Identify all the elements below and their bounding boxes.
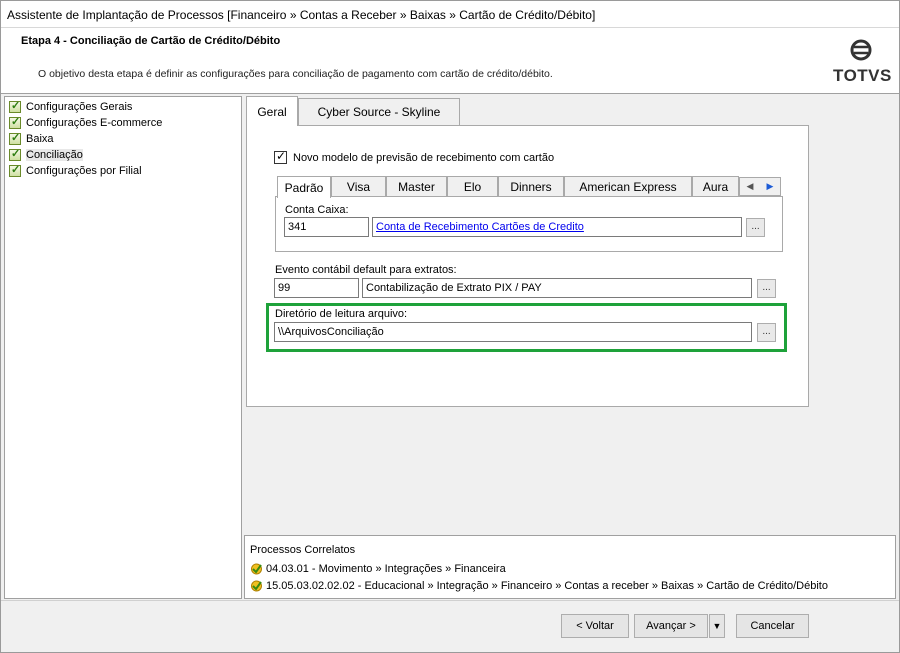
novo-modelo-label: Novo modelo de previsão de recebimento c… [293,151,555,164]
conta-caixa-description-link[interactable]: Conta de Recebimento Cartões de Credito [376,221,584,233]
card-tab-elo[interactable]: Elo [447,176,498,197]
highlight-box [266,303,787,352]
tree-item-configuracoes-filial[interactable]: Configurações por Filial [9,163,142,179]
card-tab-visa[interactable]: Visa [331,176,386,197]
evento-label: Evento contábil default para extratos: [275,264,457,276]
card-tab-american-express[interactable]: American Express [564,176,692,197]
cancel-button[interactable]: Cancelar [736,614,809,638]
card-tabs-group: Padrão Visa Master Elo Dinners American … [275,176,783,252]
next-button[interactable]: Avançar > [634,614,708,638]
card-tab-pane-padrao: Conta Caixa: 341 Conta de Recebimento Ca… [275,196,783,252]
conta-caixa-label: Conta Caixa: [285,204,349,216]
process-link-icon [251,580,262,592]
scroll-left-icon[interactable]: ◀ [747,181,754,192]
tab-scroll-buttons: ◀ ▶ [739,177,781,196]
checked-doc-icon [9,99,21,113]
card-tab-padrao[interactable]: Padrão [277,176,331,198]
related-item-label: 15.05.03.02.02.02 - Educacional » Integr… [266,580,828,592]
related-item[interactable]: 04.03.01 - Movimento » Integrações » Fin… [250,563,506,575]
novo-modelo-checkbox[interactable] [274,149,287,164]
card-tab-aura[interactable]: Aura [692,176,739,197]
wizard-window: Assistente de Implantação de Processos [… [0,0,900,653]
card-tab-master[interactable]: Master [386,176,447,197]
step-description: O objetivo desta etapa é definir as conf… [38,68,553,80]
step-title: Etapa 4 - Conciliação de Cartão de Crédi… [21,35,281,47]
related-title: Processos Correlatos [250,544,356,556]
evento-code-field[interactable]: 99 [274,278,359,298]
checked-doc-icon [9,115,21,129]
related-processes-panel: Processos Correlatos 04.03.01 - Moviment… [244,535,896,599]
checked-doc-icon [9,163,21,177]
tree-item-label: Conciliação [26,149,83,161]
tree-item-configuracoes-ecommerce[interactable]: Configurações E-commerce [9,115,162,131]
tree-item-baixa[interactable]: Baixa [9,131,54,147]
totvs-logo-icon [850,39,872,61]
tree-item-label: Configurações Gerais [26,101,133,113]
tab-cyber-source[interactable]: Cyber Source - Skyline [298,98,460,125]
tab-geral[interactable]: Geral [246,96,298,126]
related-item-label: 04.03.01 - Movimento » Integrações » Fin… [266,563,506,575]
tree-item-label: Configurações E-commerce [26,117,163,129]
conta-caixa-lookup-button[interactable]: ... [746,218,765,237]
novo-modelo-checkbox-row[interactable]: Novo modelo de previsão de recebimento c… [274,149,555,164]
checked-doc-icon [9,147,21,161]
checked-doc-icon [9,131,21,145]
evento-lookup-button[interactable]: ... [757,279,776,298]
process-link-icon [251,563,262,575]
totvs-logo: TOTVS [833,38,892,88]
tab-pane-geral: Novo modelo de previsão de recebimento c… [246,125,809,407]
related-item[interactable]: 15.05.03.02.02.02 - Educacional » Integr… [250,580,828,592]
next-dropdown-button[interactable]: ▼ [709,614,725,638]
step-header: Etapa 4 - Conciliação de Cartão de Crédi… [1,28,899,94]
steps-tree: Configurações Gerais Configurações E-com… [4,96,242,599]
tree-item-label: Configurações por Filial [26,165,142,177]
conta-caixa-description-field[interactable]: Conta de Recebimento Cartões de Credito [372,217,742,237]
footer-bar: < Voltar Avançar > ▼ Cancelar [1,600,899,652]
conta-caixa-code-field[interactable]: 341 [284,217,369,237]
evento-description-field[interactable]: Contabilização de Extrato PIX / PAY [362,278,752,298]
tree-item-configuracoes-gerais[interactable]: Configurações Gerais [9,99,132,115]
window-title: Assistente de Implantação de Processos [… [7,8,596,22]
totvs-logo-text: TOTVS [833,66,892,85]
tree-item-conciliacao[interactable]: Conciliação [9,147,83,163]
card-tab-dinners[interactable]: Dinners [498,176,564,197]
title-bar: Assistente de Implantação de Processos [… [1,1,899,28]
back-button[interactable]: < Voltar [561,614,629,638]
tree-item-label: Baixa [26,133,54,145]
scroll-right-icon[interactable]: ▶ [767,181,774,192]
